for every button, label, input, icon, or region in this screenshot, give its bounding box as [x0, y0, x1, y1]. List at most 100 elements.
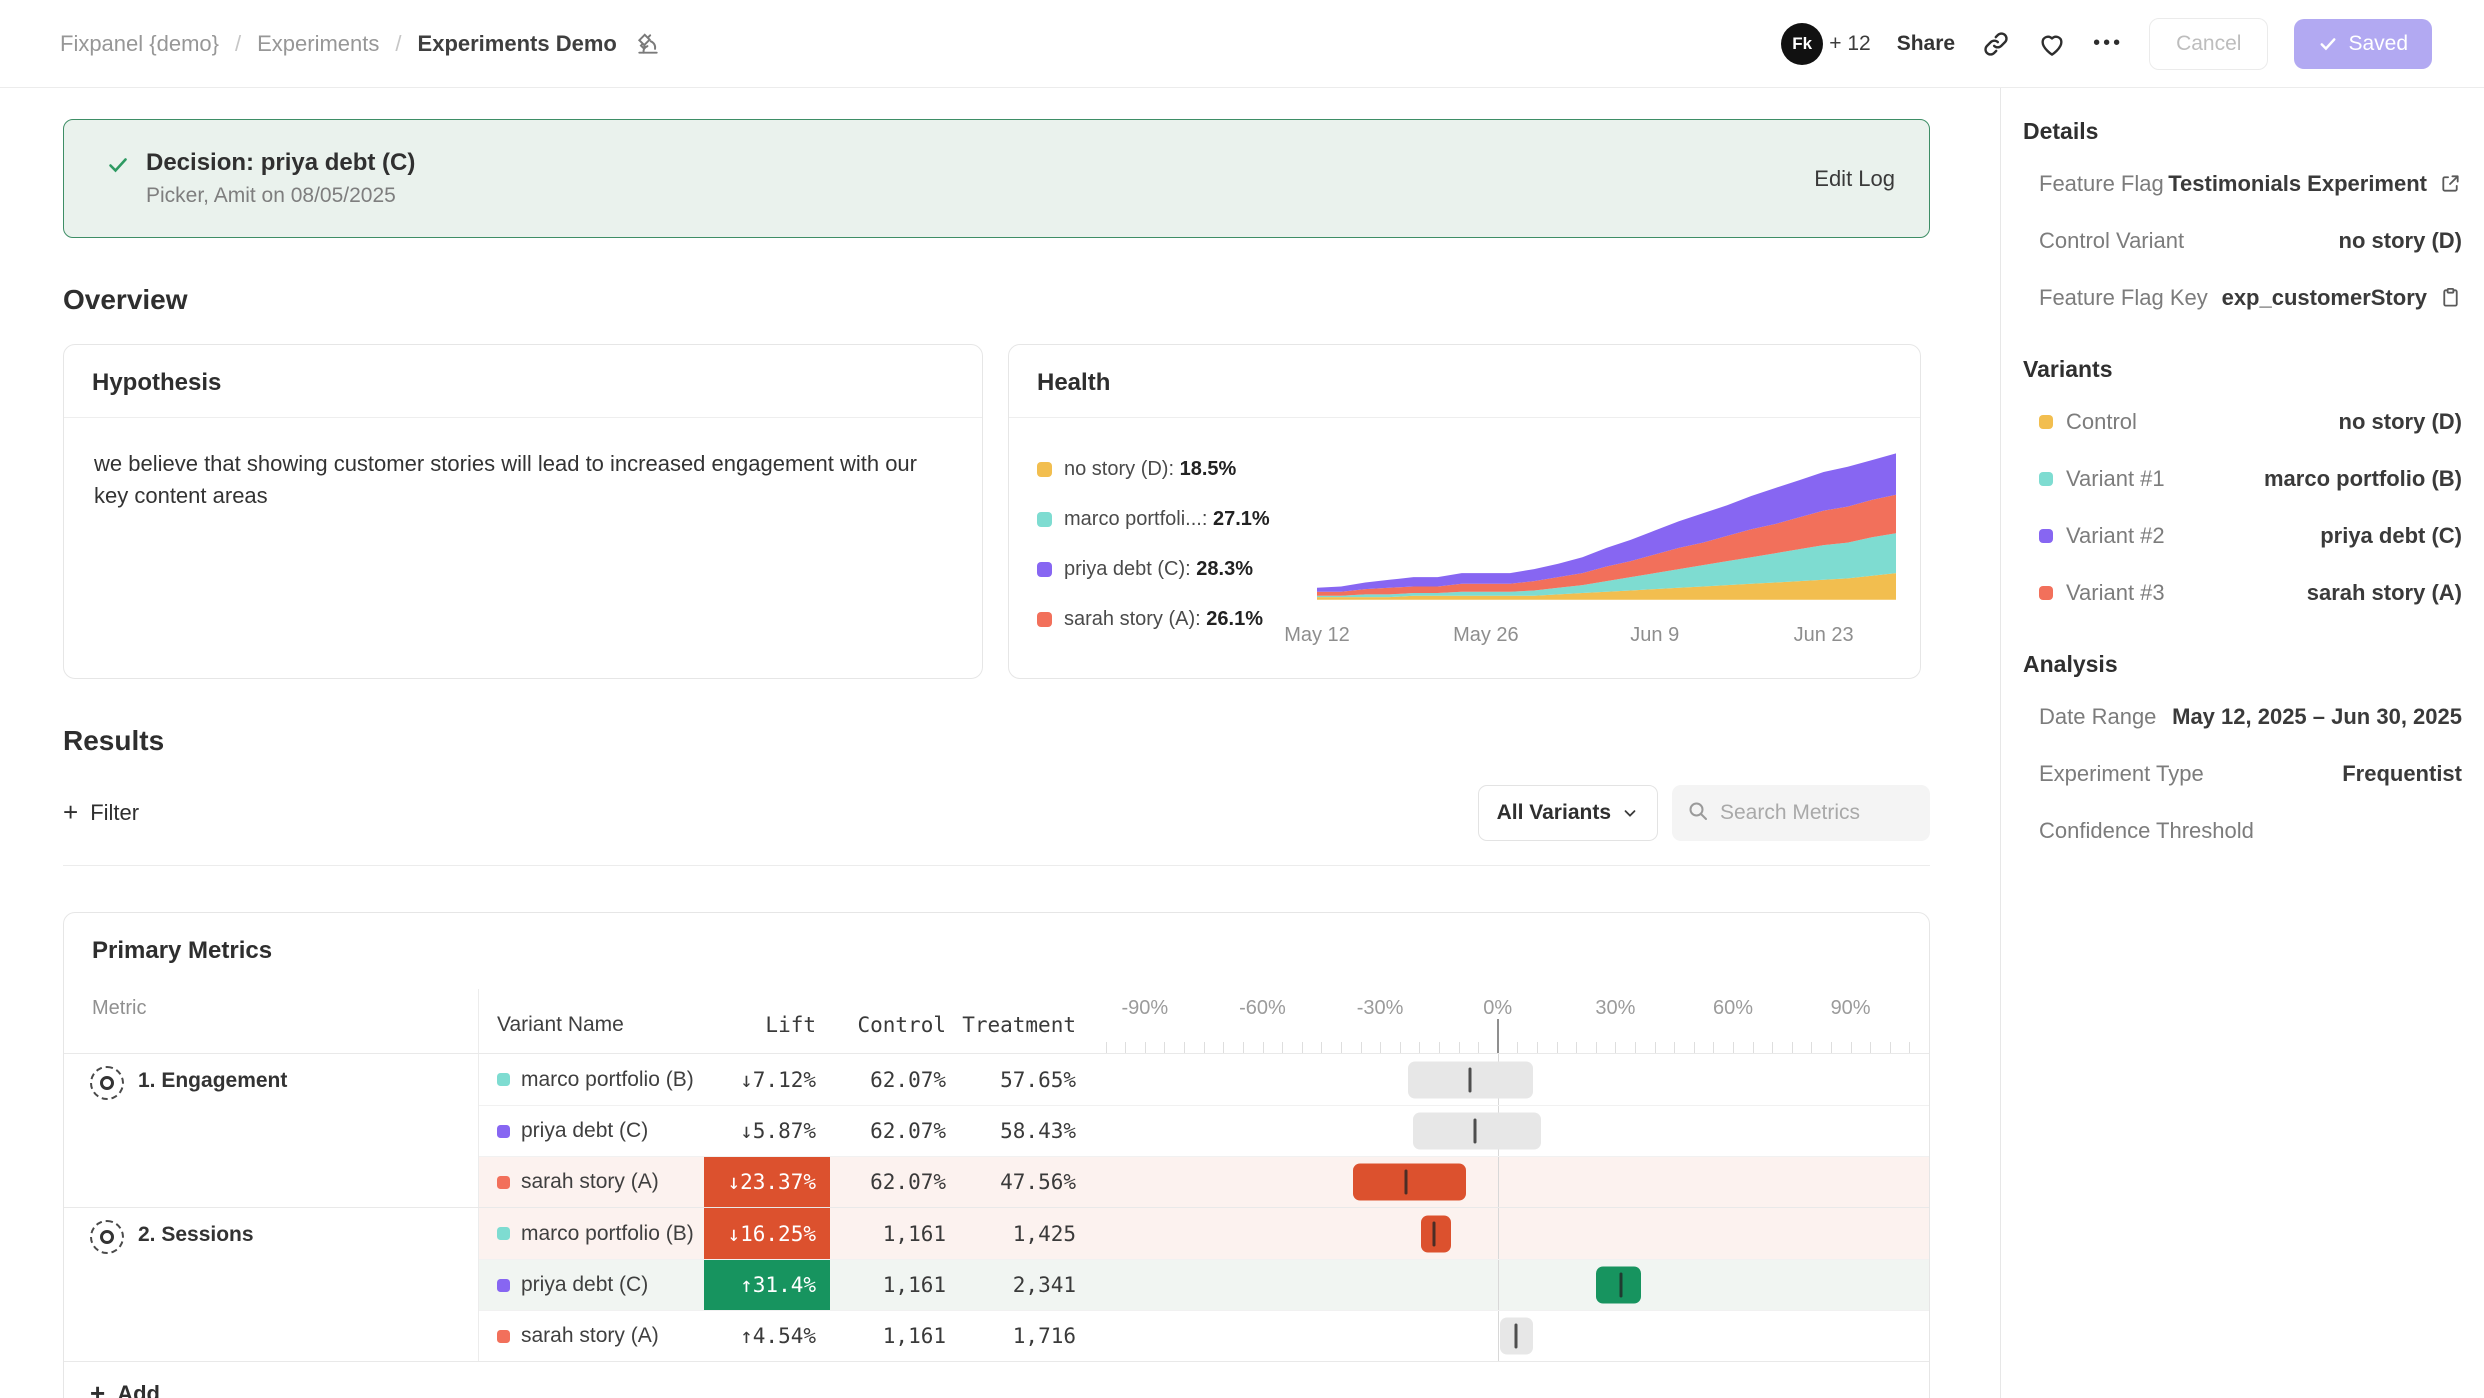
sidebar-row: Confidence Threshold — [2023, 802, 2462, 859]
legend-label: priya debt (C): — [1064, 558, 1191, 581]
metric-target-icon-core — [100, 1230, 114, 1244]
legend-label: no story (D): — [1064, 458, 1174, 481]
zero-line — [1498, 1208, 1500, 1259]
more-options-button[interactable] — [2093, 32, 2123, 55]
sidebar-row-label: Feature Flag Key — [2039, 285, 2208, 311]
legend-value: 27.1% — [1213, 508, 1270, 531]
edit-log-button[interactable]: Edit Log — [1814, 166, 1895, 192]
x-tick-label: May 12 — [1284, 624, 1350, 647]
health-legend-item: sarah story (A): 26.1% — [1037, 608, 1299, 631]
x-tick-label: Jun 23 — [1794, 624, 1854, 647]
share-button[interactable]: Share — [1897, 32, 1955, 56]
axis-minor-tick — [1478, 1042, 1479, 1053]
variant-swatch-icon — [2039, 472, 2053, 486]
clipboard-icon[interactable] — [2439, 286, 2462, 309]
health-stacked-area-chart: May 12May 26Jun 9Jun 23 — [1317, 444, 1896, 654]
table-body: 1. Engagement marco portfolio (B)↓7.12%62… — [64, 1053, 1929, 1361]
saved-button[interactable]: Saved — [2294, 19, 2432, 69]
axis-minor-tick — [1870, 1042, 1871, 1053]
table-row[interactable]: priya debt (C)↓5.87%62.07%58.43% — [479, 1105, 1929, 1156]
sidebar-row-value: no story (D) — [2339, 228, 2462, 254]
axis-minor-tick — [1733, 1042, 1734, 1053]
axis-minor-tick — [1655, 1042, 1656, 1053]
favorite-button[interactable] — [2037, 29, 2067, 59]
confidence-interval-bar — [1413, 1113, 1540, 1150]
sidebar-row-value: priya debt (C) — [2320, 523, 2462, 549]
control-value: 62.07% — [830, 1054, 960, 1105]
variant-cell: marco portfolio (B) — [479, 1208, 704, 1259]
confidence-interval-bar — [1421, 1215, 1450, 1252]
decision-subtitle: Picker, Amit on 08/05/2025 — [146, 184, 415, 208]
copy-link-button[interactable] — [1981, 29, 2011, 59]
sidebar-row-label-group: Feature Flag — [2039, 171, 2164, 197]
variant-swatch-icon — [497, 1125, 510, 1138]
variants-dropdown[interactable]: All Variants — [1478, 785, 1658, 841]
variant-swatch-icon — [497, 1176, 510, 1189]
legend-swatch-icon — [1037, 612, 1052, 627]
collaborators[interactable]: Fk + 12 — [1781, 23, 1870, 65]
sidebar-row-label: Experiment Type — [2039, 761, 2204, 787]
axis-minor-tick — [1439, 1042, 1440, 1053]
axis-minor-tick — [1184, 1042, 1185, 1053]
add-metric-button[interactable]: Add — [90, 1380, 160, 1398]
add-label: Add — [117, 1381, 160, 1398]
add-metric-row: Add — [64, 1361, 1929, 1398]
legend-value: 26.1% — [1206, 608, 1263, 631]
sidebar-section-details: DetailsFeature FlagTestimonials Experime… — [2023, 118, 2462, 326]
sidebar-row-value-group: marco portfolio (B) — [2264, 466, 2462, 492]
axis-minor-tick — [1341, 1042, 1342, 1053]
breadcrumb-current-page[interactable]: Experiments Demo — [418, 31, 617, 57]
variant-name: priya debt (C) — [521, 1273, 648, 1297]
table-row[interactable]: marco portfolio (B)↓16.25%1,1611,425 — [479, 1208, 1929, 1259]
search-metrics-input[interactable] — [1720, 801, 1916, 825]
axis-minor-tick — [1596, 1042, 1597, 1053]
sidebar-sections: DetailsFeature FlagTestimonials Experime… — [2023, 118, 2462, 859]
axis-minor-tick — [1713, 1042, 1714, 1053]
plus-icon — [63, 799, 78, 827]
axis-minor-tick — [1106, 1042, 1107, 1053]
table-row[interactable]: marco portfolio (B)↓7.12%62.07%57.65% — [479, 1054, 1929, 1105]
variant-name: marco portfolio (B) — [521, 1222, 694, 1246]
table-row[interactable]: sarah story (A)↑4.54%1,1611,716 — [479, 1310, 1929, 1361]
sidebar-row-label-group: Variant #1 — [2039, 466, 2165, 492]
variant-cell: sarah story (A) — [479, 1157, 704, 1207]
results-toolbar: Filter All Variants — [63, 785, 1930, 841]
sidebar-row-label-group: Variant #3 — [2039, 580, 2165, 606]
control-value: 1,161 — [830, 1311, 960, 1361]
external-link-icon[interactable] — [2439, 172, 2462, 195]
axis-minor-tick — [1145, 1042, 1146, 1053]
axis-tick-label: -30% — [1357, 997, 1404, 1020]
breadcrumb-project[interactable]: Fixpanel {demo} — [60, 31, 219, 57]
control-value: 1,161 — [830, 1208, 960, 1259]
table-row[interactable]: sarah story (A)↓23.37%62.07%47.56% — [479, 1156, 1929, 1207]
axis-minor-tick — [1890, 1042, 1891, 1053]
add-filter-button[interactable]: Filter — [63, 799, 139, 827]
axis-minor-tick — [1243, 1042, 1244, 1053]
app-root: Fixpanel {demo} / Experiments / Experime… — [0, 0, 2484, 1398]
variant-cell: marco portfolio (B) — [479, 1054, 704, 1105]
metric-name: 2. Sessions — [138, 1220, 254, 1247]
breadcrumb-experiments[interactable]: Experiments — [257, 31, 379, 57]
legend-swatch-icon — [1037, 462, 1052, 477]
treatment-value: 57.65% — [960, 1054, 1090, 1105]
metric-group: 2. Sessions marco portfolio (B)↓16.25%1,1… — [64, 1207, 1929, 1361]
variant-name: sarah story (A) — [521, 1170, 659, 1194]
collaborator-count: + 12 — [1829, 32, 1870, 56]
table-row[interactable]: priya debt (C)↑31.4%1,1612,341 — [479, 1259, 1929, 1310]
avatar[interactable]: Fk — [1781, 23, 1823, 65]
sidebar-row: Control Variantno story (D) — [2023, 212, 2462, 269]
section-heading: Analysis — [2023, 651, 2462, 678]
axis-minor-tick — [1361, 1042, 1362, 1053]
axis-minor-tick — [1537, 1042, 1538, 1053]
axis-tick-label: 90% — [1831, 997, 1871, 1020]
cancel-button[interactable]: Cancel — [2149, 18, 2268, 70]
axis-minor-tick — [1302, 1042, 1303, 1053]
metric-name: 1. Engagement — [138, 1066, 287, 1093]
treatment-value: 58.43% — [960, 1106, 1090, 1156]
column-header-treatment: Treatment — [960, 989, 1090, 1053]
sidebar-row-value: exp_customerStory — [2222, 285, 2427, 311]
topbar-actions: Fk + 12 Share Cancel Saved — [1781, 18, 2432, 70]
legend-label: sarah story (A): — [1064, 608, 1201, 631]
sidebar-row-value-group: May 12, 2025 – Jun 30, 2025 — [2172, 704, 2462, 730]
health-chart-svg — [1317, 448, 1896, 616]
